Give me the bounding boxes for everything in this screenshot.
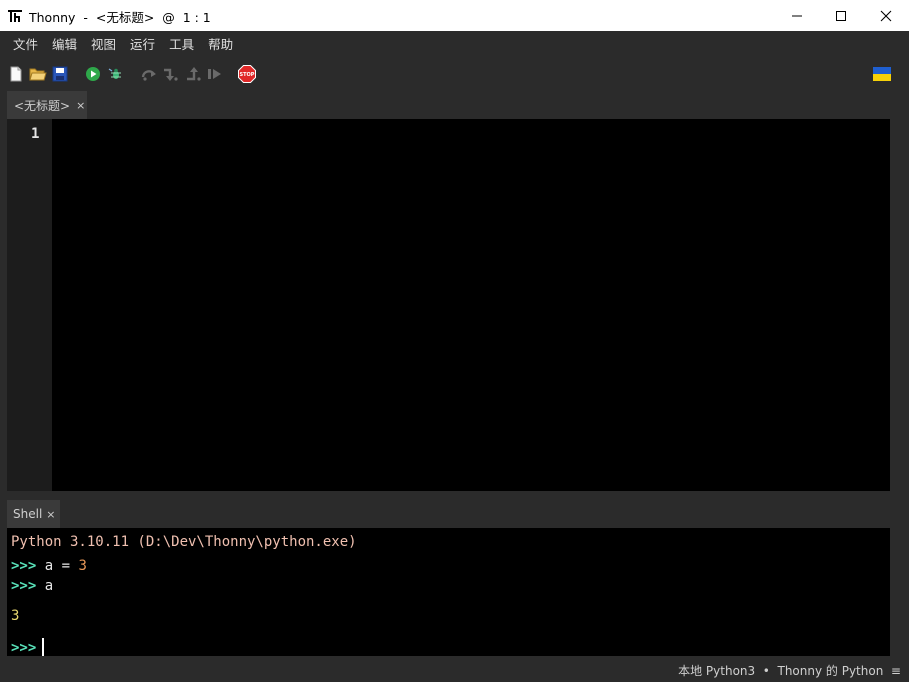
run-icon (86, 67, 100, 81)
step-over-button[interactable] (139, 64, 159, 84)
shell-active-prompt-line[interactable]: >>> (11, 638, 45, 656)
minimize-button[interactable] (774, 0, 820, 31)
stop-icon: STOP (238, 65, 256, 83)
tab-untitled-label: <无标题> (14, 98, 71, 113)
shell-tab-bar: Shell × (0, 497, 909, 528)
save-button[interactable] (50, 64, 70, 84)
editor-scrollbar[interactable] (890, 119, 902, 491)
minimize-icon (792, 15, 802, 16)
tab-untitled[interactable]: <无标题> × (7, 91, 87, 119)
shell-code: a = (44, 558, 79, 574)
new-file-button[interactable] (6, 64, 26, 84)
close-icon (880, 10, 892, 21)
code-editor[interactable]: 1 (7, 119, 890, 491)
shell-input-line: >>> a (11, 578, 53, 594)
stop-label: STOP (240, 72, 255, 78)
interpreter-selector[interactable]: 本地 Python3 • Thonny 的 Python ≡ (678, 662, 901, 679)
title-bar: Thonny - <无标题> @ 1 : 1 (0, 0, 909, 31)
debug-button[interactable] (105, 64, 125, 84)
menu-file[interactable]: 文件 (6, 31, 45, 58)
shell-prompt: >>> (11, 558, 37, 574)
step-over-icon (141, 70, 156, 81)
shell-tab-close-icon[interactable]: × (46, 508, 55, 521)
resume-icon (208, 69, 221, 79)
shell-code-number: 3 (78, 558, 87, 574)
tab-shell-label: Shell (13, 507, 43, 521)
tab-close-icon[interactable]: × (76, 99, 85, 112)
line-number: 1 (31, 126, 40, 142)
shell-prompt: >>> (11, 578, 37, 594)
shell-console[interactable]: Python 3.10.11 (D:\Dev\Thonny\python.exe… (7, 528, 890, 656)
maximize-button[interactable] (818, 0, 864, 31)
shell-banner: Python 3.10.11 (D:\Dev\Thonny\python.exe… (11, 534, 357, 550)
line-number-gutter: 1 (7, 119, 52, 491)
ukraine-flag-icon (873, 67, 891, 81)
step-out-icon (187, 67, 201, 81)
shell-scrollbar[interactable] (890, 528, 902, 656)
shell-output: 3 (11, 608, 20, 624)
open-file-button[interactable] (28, 64, 48, 84)
run-button[interactable] (83, 64, 103, 84)
toolbar: STOP (0, 58, 909, 90)
shell-input-line: >>> a = 3 (11, 558, 87, 574)
step-into-button[interactable] (161, 64, 181, 84)
tab-shell[interactable]: Shell × (7, 500, 60, 528)
open-file-icon (29, 68, 47, 81)
thonny-app-icon (8, 10, 22, 22)
menu-tools[interactable]: 工具 (162, 31, 201, 58)
close-window-button[interactable] (863, 0, 909, 31)
resume-button[interactable] (205, 64, 225, 84)
new-file-icon (10, 66, 22, 82)
menu-bar: 文件 编辑 视图 运行 工具 帮助 (0, 31, 909, 58)
menu-run[interactable]: 运行 (123, 31, 162, 58)
editor-tab-bar: <无标题> × (0, 90, 909, 119)
status-bar: 本地 Python3 • Thonny 的 Python ≡ (0, 656, 909, 682)
debug-icon (108, 68, 121, 79)
ukraine-flag[interactable] (872, 64, 892, 84)
step-into-icon (164, 68, 178, 81)
menu-help[interactable]: 帮助 (201, 31, 240, 58)
shell-prompt: >>> (11, 640, 37, 656)
maximize-icon (836, 10, 846, 21)
window-title: Thonny - <无标题> @ 1 : 1 (29, 10, 211, 25)
stop-button[interactable]: STOP (237, 64, 257, 84)
step-out-button[interactable] (183, 64, 203, 84)
text-cursor (42, 638, 45, 656)
save-icon (52, 66, 68, 82)
menu-edit[interactable]: 编辑 (45, 31, 84, 58)
shell-code: a (44, 578, 54, 594)
menu-view[interactable]: 视图 (84, 31, 123, 58)
